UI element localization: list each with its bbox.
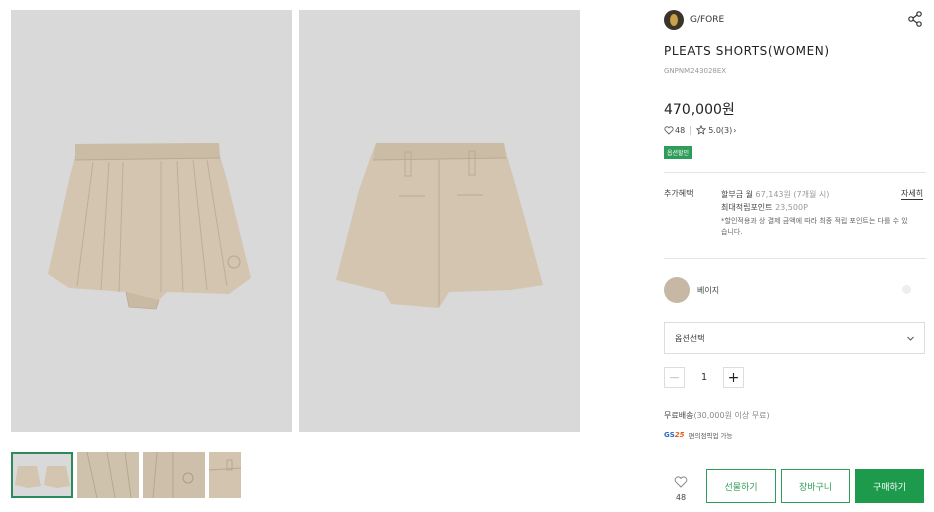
color-swatch[interactable] — [664, 277, 690, 303]
shorts-front-illustration — [48, 143, 251, 310]
quantity-decrease-button[interactable]: − — [664, 367, 685, 388]
gift-button[interactable]: 선물하기 — [706, 469, 776, 503]
divider — [664, 258, 926, 259]
thumbnail-detail-pleats[interactable] — [77, 452, 139, 498]
rating-value[interactable]: 5.0 — [708, 126, 721, 135]
option-select-value: 옵션선택 — [675, 334, 705, 343]
thumbnail-image — [143, 452, 205, 498]
meta-divider — [690, 125, 692, 135]
thumbnail-image — [15, 466, 70, 488]
color-name: 베이지 — [697, 286, 720, 295]
installment-amount: 67,143원 (7개월 시) — [755, 190, 830, 199]
wishlist-count: 48 — [675, 493, 687, 502]
heart-icon[interactable] — [664, 125, 674, 135]
main-image-front[interactable] — [11, 10, 292, 432]
gs25-logo: GS25 — [664, 431, 685, 439]
shipping-condition: (30,000원 이상 무료) — [693, 411, 770, 420]
thumbnail-strip — [11, 452, 241, 498]
benefit-lines: 할부금 월 67,143원 (7개월 시) 최대적립포인트 23,500P — [721, 188, 829, 214]
main-image-back[interactable] — [299, 10, 580, 432]
product-title: PLEATS SHORTS(WOMEN) — [664, 44, 830, 58]
thumbnail-detail-logo[interactable] — [143, 452, 205, 498]
quantity-value[interactable]: 1 — [685, 372, 723, 383]
product-meta: 48 5.0 (3) › — [664, 125, 736, 135]
divider — [664, 172, 926, 173]
shipping-info: 무료배송(30,000원 이상 무료) — [664, 410, 770, 421]
heart-icon — [674, 476, 688, 488]
likes-count: 48 — [675, 125, 686, 135]
brand-row[interactable]: G/FORE — [664, 10, 724, 30]
points-label: 최대적립포인트 — [721, 203, 773, 212]
option-discount-badge: 옵션할인 — [664, 146, 693, 159]
option-select[interactable]: 옵션선택 — [664, 322, 925, 354]
chevron-right-icon[interactable]: › — [733, 126, 736, 135]
product-price: 470,000원 — [664, 102, 735, 118]
points-amount: 23,500P — [775, 203, 808, 212]
shorts-back-illustration — [336, 143, 543, 308]
brand-logo — [664, 10, 684, 30]
chevron-down-icon — [907, 336, 914, 341]
thumbnail-front-back[interactable] — [11, 452, 73, 498]
star-icon — [696, 125, 707, 135]
quantity-increase-button[interactable]: + — [723, 367, 744, 388]
brand-name: G/FORE — [690, 15, 725, 25]
thumbnail-image — [77, 452, 139, 498]
benefit-note: *할인적용과 상 결제 금액에 따라 최종 적립 포인트는 다를 수 있습니다. — [721, 217, 908, 236]
wishlist-button[interactable]: 48 — [668, 473, 694, 502]
thumbnail-image — [209, 452, 241, 498]
benefit-label: 추가혜택 — [664, 189, 694, 198]
installment-prefix: 할부금 월 — [721, 190, 753, 199]
detail-link[interactable]: 자세히 — [901, 188, 924, 200]
review-count[interactable]: (3) — [721, 126, 732, 135]
add-to-cart-button[interactable]: 장바구니 — [781, 469, 850, 503]
gs25-logo-number: 25 — [674, 431, 685, 439]
quantity-stepper: − 1 + — [664, 367, 744, 388]
gs25-logo-prefix: GS — [664, 431, 675, 439]
share-icon[interactable] — [907, 11, 923, 27]
buy-now-button[interactable]: 구매하기 — [855, 469, 924, 503]
thumbnail-detail-waist[interactable] — [209, 452, 241, 498]
gs25-pickup: GS25 편의점픽업 가능 — [664, 430, 732, 440]
color-indicator-dot — [902, 285, 911, 294]
shipping-label: 무료배송 — [664, 411, 694, 420]
product-code: GNPNM243028EX — [664, 67, 727, 75]
gs25-pickup-text: 편의점픽업 가능 — [688, 432, 733, 440]
